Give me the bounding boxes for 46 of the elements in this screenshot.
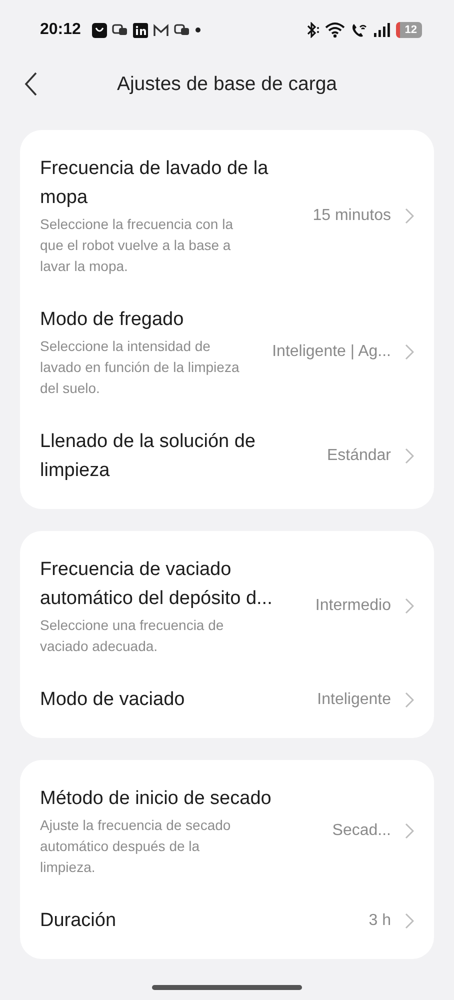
battery-level: 12 xyxy=(396,22,422,38)
setting-title: Modo de vaciado xyxy=(40,688,186,712)
chevron-right-icon xyxy=(405,598,414,614)
setting-title: Modo de fregado xyxy=(40,308,185,332)
app-notification-icon xyxy=(92,22,107,38)
setting-value: Secad... xyxy=(332,822,391,840)
setting-row[interactable]: Frecuencia de lavado de la mopa Seleccione la frecuencia con la que el robot vuelve a la base a lavar la mopa. 15 minutos xyxy=(20,140,434,291)
wifi-icon xyxy=(324,22,345,38)
setting-value: 3 h xyxy=(368,912,391,930)
setting-row[interactable]: Modo de vaciado Inteligente xyxy=(20,671,434,728)
mail-icon xyxy=(152,24,169,36)
setting-title: Método de inicio de secado xyxy=(40,787,272,811)
chevron-right-icon xyxy=(405,823,414,839)
setting-value: Intermedio xyxy=(315,597,391,615)
chat-notification-icon xyxy=(112,23,128,37)
setting-value: Inteligente xyxy=(317,690,391,708)
setting-row[interactable]: Modo de fregado Seleccione la intensidad de lavado en función de la limpieza del suelo. Inteligente | Ag... xyxy=(20,291,434,413)
setting-row[interactable]: Frecuencia de vaciado automático del depósito d... Seleccione una frecuencia de vaciado adecuada. Intermedio xyxy=(20,541,434,671)
setting-description: Ajuste la frecuencia de secado automático después de la limpieza. xyxy=(40,816,232,877)
chevron-right-icon xyxy=(405,692,414,708)
setting-title: Duración xyxy=(40,909,118,933)
page-title: Ajustes de base de carga xyxy=(116,72,338,96)
setting-row[interactable]: Método de inicio de secado Ajuste la frecuencia de secado automático después de la limpieza. Secad... xyxy=(20,770,434,892)
setting-row[interactable]: Llenado de la solución de limpieza Estándar xyxy=(20,413,434,499)
chevron-right-icon xyxy=(405,448,414,464)
chat-notification-icon xyxy=(174,23,190,37)
setting-title: Frecuencia de lavado de la mopa xyxy=(40,157,270,210)
wifi-call-icon xyxy=(350,22,368,38)
chevron-right-icon xyxy=(405,208,414,224)
clock-time: 20:12 xyxy=(40,21,81,39)
bluetooth-icon xyxy=(306,22,320,38)
setting-description: Seleccione la intensidad de lavado en función de la limpieza del suelo. xyxy=(40,337,240,398)
more-dot-icon xyxy=(194,27,201,33)
chevron-right-icon xyxy=(405,344,414,360)
back-icon xyxy=(24,72,38,96)
setting-value: 15 minutos xyxy=(312,206,391,224)
setting-title: Frecuencia de vaciado automático del depósito d... xyxy=(40,558,274,611)
setting-description: Seleccione una frecuencia de vaciado adecuada. xyxy=(40,616,225,656)
setting-row[interactable]: Duración 3 h xyxy=(20,892,434,949)
setting-value: Estándar xyxy=(326,447,391,465)
signal-icon xyxy=(372,22,391,38)
setting-description: Seleccione la frecuencia con la que el robot vuelve a la base a lavar la mopa. xyxy=(40,215,234,276)
setting-title: Llenado de la solución de limpieza xyxy=(40,430,257,483)
setting-value: Inteligente | Ag... xyxy=(272,343,391,361)
chevron-right-icon xyxy=(405,912,414,928)
linkedin-icon xyxy=(132,22,148,38)
